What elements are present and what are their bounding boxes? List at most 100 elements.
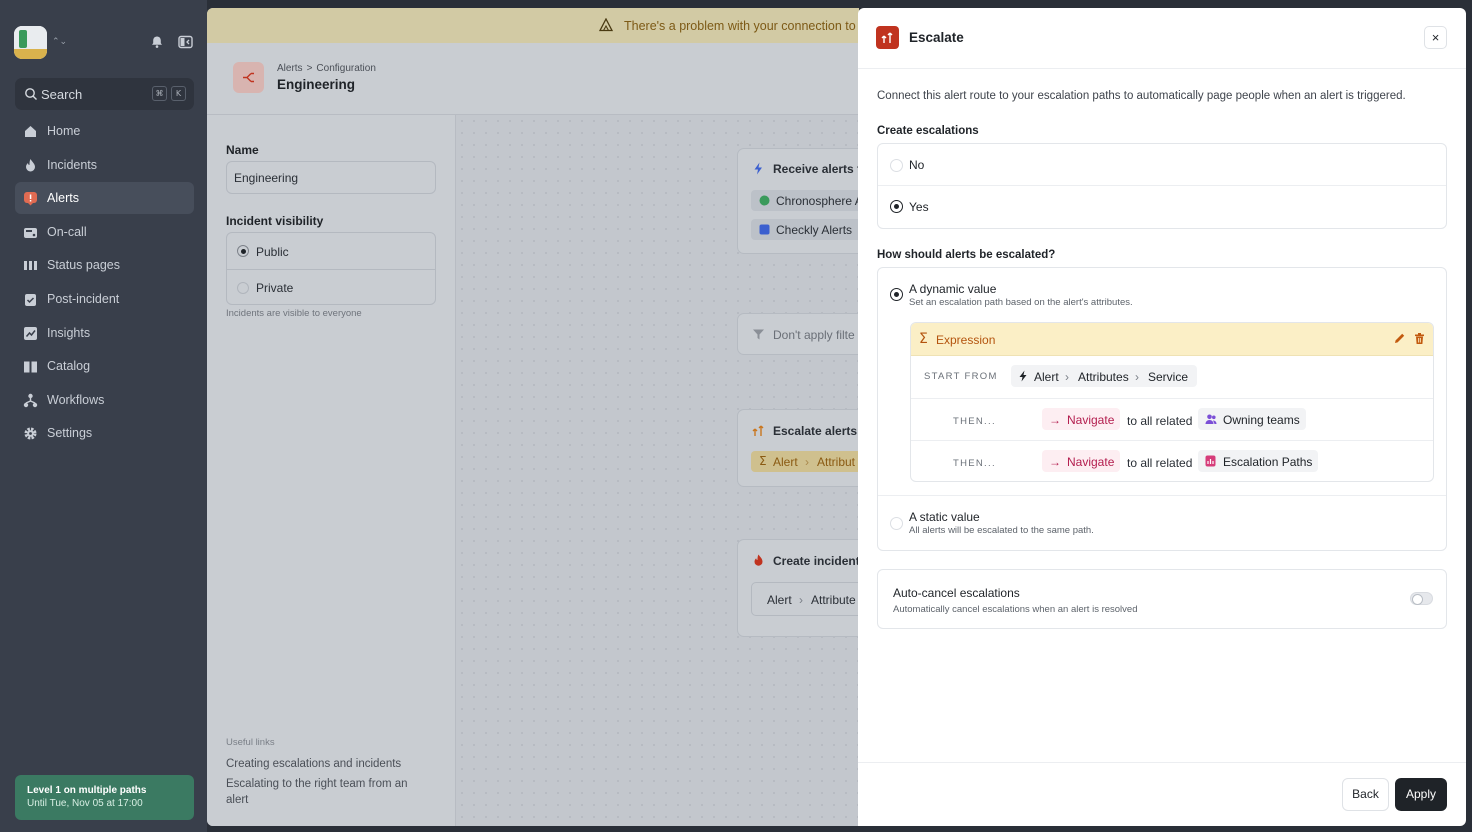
arrow-right-icon: →	[1049, 455, 1061, 469]
no-radio[interactable]	[890, 159, 903, 172]
filter-node[interactable]: Don't apply filte	[737, 313, 859, 355]
create-incidents-expression: Alert › Attribute	[751, 582, 859, 616]
auto-cancel-toggle[interactable]	[1410, 592, 1433, 605]
source-chip-checkly: Checkly Alerts	[751, 219, 859, 240]
warning-icon	[599, 18, 613, 32]
sidebar-item-label: Incidents	[47, 157, 98, 172]
source-chip-label: Chronosphere A	[776, 194, 859, 208]
dynamic-value-subtitle: Set an escalation path based on the aler…	[909, 297, 1133, 308]
route-form-panel: Name Engineering Incident visibility Pub…	[207, 115, 456, 826]
visibility-option-private[interactable]: Private	[227, 269, 435, 305]
clipboard-icon	[25, 293, 36, 306]
collapse-sidebar-icon[interactable]	[178, 35, 193, 49]
flame-icon	[754, 554, 763, 566]
how-escalated-label: How should alerts be escalated?	[877, 249, 1056, 261]
expression-header: Σ Expression	[911, 323, 1433, 356]
auto-cancel-card: Auto-cancel escalations Automatically ca…	[877, 569, 1447, 629]
connection-warning-text: There's a problem with your connection t…	[624, 19, 859, 33]
close-button[interactable]: ×	[1424, 26, 1447, 49]
sidebar-item-label: Status pages	[47, 258, 120, 273]
chip-attribute: Attribute	[811, 593, 856, 607]
edit-pencil-icon[interactable]	[1393, 332, 1406, 345]
link-escalating-right-team[interactable]: Escalating to the right team from an	[226, 778, 408, 790]
link-creating-escalations[interactable]: Creating escalations and incidents	[226, 758, 401, 770]
filter-icon	[753, 329, 764, 340]
drawer-description: Connect this alert route to your escalat…	[877, 90, 1406, 102]
expression-builder: Σ Expression START FROM Alert › Attribut…	[910, 322, 1434, 482]
on-call-status-subtitle: Until Tue, Nov 05 at 17:00	[27, 798, 143, 809]
path-service: Service	[1148, 370, 1189, 384]
sidebar-item-incidents[interactable]: Incidents	[15, 149, 194, 181]
sidebar-item-settings[interactable]: Settings	[15, 417, 194, 449]
window-edge	[1466, 0, 1472, 832]
receive-alerts-title: Receive alerts fr	[773, 162, 859, 176]
create-escalations-option-yes[interactable]: Yes	[878, 186, 1446, 228]
route-canvas: Receive alerts fr Chronosphere A Checkly…	[456, 115, 859, 826]
navigate-pill[interactable]: → Navigate	[1042, 408, 1120, 430]
name-label: Name	[226, 143, 259, 157]
on-call-status-card[interactable]: Level 1 on multiple paths Until Tue, Nov…	[15, 775, 194, 820]
sidebar-item-status-pages[interactable]: Status pages	[15, 249, 194, 281]
name-input[interactable]: Engineering	[226, 161, 436, 194]
alert-route-icon	[233, 62, 264, 93]
sidebar-item-label: Workflows	[47, 392, 105, 407]
escalation-option-dynamic[interactable]: A dynamic value Set an escalation path b…	[878, 268, 1446, 496]
dynamic-value-radio[interactable]	[890, 288, 903, 301]
org-switcher-chevron-icon[interactable]: ⌃⌄	[52, 36, 67, 47]
sidebar-item-post-incident[interactable]: Post-incident	[15, 283, 194, 315]
sidebar-item-catalog[interactable]: Catalog	[15, 350, 194, 382]
create-escalations-label: Create escalations	[877, 125, 979, 137]
sidebar-item-insights[interactable]: Insights	[15, 317, 194, 349]
org-logo[interactable]	[14, 26, 47, 59]
arrow-right-icon: →	[1049, 413, 1061, 427]
search-bar[interactable]: Search ⌘ K	[15, 78, 194, 110]
private-radio[interactable]	[237, 282, 249, 294]
public-radio[interactable]	[237, 245, 249, 257]
shortcut-k-key: K	[171, 86, 186, 101]
incident-visibility-group: Public Private	[226, 232, 436, 305]
chart-icon	[24, 326, 37, 340]
apply-button[interactable]: Apply	[1395, 778, 1447, 811]
sidebar-item-label: Post-incident	[47, 291, 120, 306]
sidebar-item-alerts[interactable]: Alerts	[15, 182, 194, 215]
target-pill-escalation-paths[interactable]: Escalation Paths	[1198, 450, 1318, 472]
target-pill-owning-teams[interactable]: Owning teams	[1198, 408, 1306, 430]
navigate-pill[interactable]: → Navigate	[1042, 450, 1120, 472]
sidebar-item-workflows[interactable]: Workflows	[15, 384, 194, 416]
create-escalations-option-no[interactable]: No	[878, 144, 1446, 186]
chip-alert: Alert	[767, 593, 792, 607]
sidebar-item-on-call[interactable]: On-call	[15, 216, 194, 248]
search-icon	[25, 88, 37, 100]
breadcrumb-configuration[interactable]: Configuration	[316, 63, 375, 74]
back-button[interactable]: Back	[1342, 778, 1389, 811]
create-incidents-node[interactable]: Create incidents Alert › Attribute	[737, 539, 859, 637]
escalate-drawer: Escalate × Connect this alert route to y…	[858, 8, 1466, 826]
escalation-option-static[interactable]: A static value All alerts will be escala…	[878, 496, 1446, 550]
static-value-radio[interactable]	[890, 517, 903, 530]
delete-trash-icon[interactable]	[1413, 332, 1426, 345]
incident-visibility-label: Incident visibility	[226, 214, 324, 228]
bell-icon[interactable]	[150, 35, 164, 49]
breadcrumb-alerts[interactable]: Alerts	[277, 63, 303, 74]
yes-radio[interactable]	[890, 200, 903, 213]
public-label: Public	[256, 245, 289, 259]
receive-alerts-node[interactable]: Receive alerts fr Chronosphere A Checkly…	[737, 148, 859, 254]
navigate-label: Navigate	[1067, 413, 1115, 427]
shortcut-cmd-key: ⌘	[152, 86, 167, 101]
start-path-pill[interactable]: Alert › Attributes › Service	[1011, 365, 1197, 387]
escalate-node[interactable]: Escalate alerts t Σ Alert › Attribut	[737, 409, 859, 487]
sidebar-item-label: Insights	[47, 325, 91, 340]
search-label: Search	[41, 87, 83, 102]
chevron-right-icon: ›	[1065, 370, 1069, 384]
source-chip-chronosphere: Chronosphere A	[751, 190, 859, 211]
sigma-icon: Σ	[919, 331, 928, 347]
visibility-option-public[interactable]: Public	[227, 233, 435, 269]
sidebar-item-label: On-call	[47, 224, 87, 239]
users-icon	[1205, 414, 1217, 424]
link-escalating-right-team-cont[interactable]: alert	[226, 794, 248, 806]
filter-node-title: Don't apply filte	[773, 328, 855, 342]
alert-icon	[24, 192, 37, 206]
main-content: There's a problem with your connection t…	[207, 8, 859, 826]
sidebar-item-home[interactable]: Home	[15, 115, 194, 147]
owning-teams-label: Owning teams	[1223, 413, 1300, 427]
